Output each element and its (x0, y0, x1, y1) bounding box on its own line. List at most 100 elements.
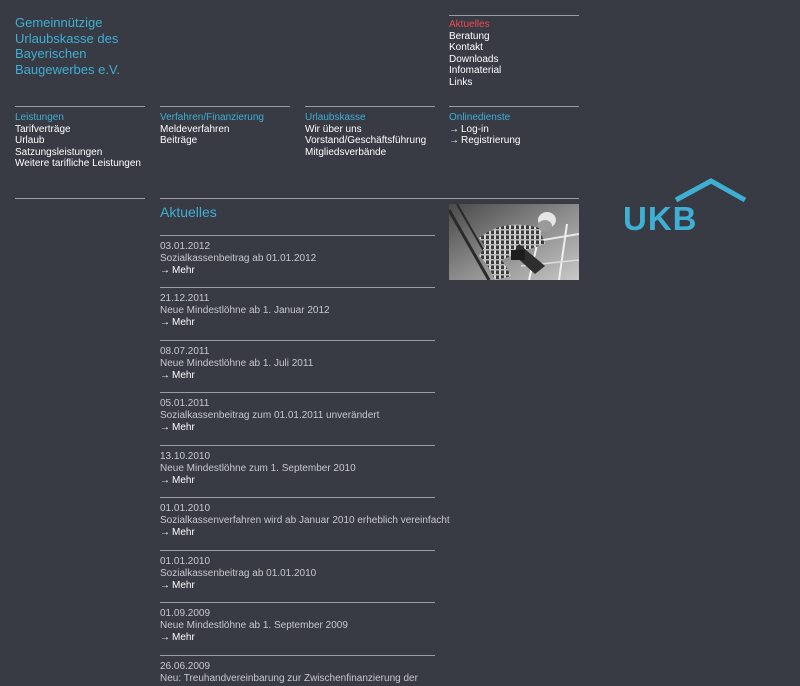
top-nav-item-beratung[interactable]: Beratung (449, 31, 501, 43)
arrow-right-icon: → (449, 123, 459, 135)
more-link-label: Mehr (172, 474, 195, 486)
news-item: 13.10.2010 Neue Mindestlöhne zum 1. Sept… (160, 451, 435, 486)
arrow-right-icon: → (160, 369, 170, 381)
news-item: 08.07.2011 Neue Mindestlöhne ab 1. Juli … (160, 346, 435, 381)
nav-column-heading[interactable]: Leistungen (15, 112, 141, 124)
news-title: Sozialkassenbeitrag ab 01.01.2012 (160, 252, 317, 264)
news-date: 01.01.2010 (160, 503, 211, 514)
news-item: 01.09.2009 Neue Mindestlöhne ab 1. Septe… (160, 608, 435, 643)
divider (160, 198, 579, 199)
news-item: 21.12.2011 Neue Mindestlöhne ab 1. Janua… (160, 293, 435, 328)
news-title: Neue Mindestlöhne ab 1. Juli 2011 (160, 357, 314, 369)
nav-column-urlaubskasse: Urlaubskasse Wir über uns Vorstand/Gesch… (305, 112, 426, 158)
divider (305, 106, 435, 107)
nav-column-leistungen: Leistungen Tarifverträge Urlaub Satzungs… (15, 112, 141, 170)
nav-column-heading[interactable]: Verfahren/Finanzierung (160, 112, 264, 124)
organization-title: Gemeinnützige Urlaubskasse des Bayerisch… (15, 15, 155, 77)
logo-text: UKB (623, 200, 698, 234)
nav-column-heading[interactable]: Onlinedienste (449, 112, 520, 124)
arrow-right-icon: → (160, 631, 170, 643)
more-link-label: Mehr (172, 369, 195, 381)
nav-item-weitere-leistungen[interactable]: Weitere tarifliche Leistungen (15, 158, 141, 170)
divider (160, 550, 435, 551)
divider (160, 497, 435, 498)
divider (15, 198, 145, 199)
arrow-right-icon: → (160, 474, 170, 486)
news-title: Sozialkassenbeitrag zum 01.01.2011 unver… (160, 409, 380, 421)
news-date: 26.06.2009 (160, 661, 211, 672)
divider (160, 235, 435, 236)
nav-item-vorstand[interactable]: Vorstand/Geschäftsführung (305, 135, 426, 147)
more-link[interactable]: → Mehr (160, 632, 435, 644)
news-date: 03.01.2012 (160, 241, 211, 252)
organization-title-line: Baugewerbes e.V. (15, 61, 121, 77)
arrow-right-icon: → (449, 135, 459, 147)
more-link[interactable]: → Mehr (160, 370, 435, 382)
nav-item-beitraege[interactable]: Beiträge (160, 135, 264, 147)
divider (449, 106, 579, 107)
more-link[interactable]: → Mehr (160, 475, 435, 487)
divider (160, 340, 435, 341)
organization-title-line: Gemeinnützige (15, 15, 103, 30)
top-nav-item-aktuelles[interactable]: Aktuelles (449, 19, 501, 31)
divider (160, 287, 435, 288)
organization-title-line: Bayerischen (15, 46, 87, 61)
news-title: Neue Mindestlöhne ab 1. Januar 2012 (160, 304, 330, 316)
more-link-label: Mehr (172, 421, 195, 433)
more-link-label: Mehr (172, 316, 195, 328)
top-nav-item-downloads[interactable]: Downloads (449, 54, 501, 66)
divider (160, 106, 290, 107)
nav-item-meldeverfahren[interactable]: Meldeverfahren (160, 124, 264, 136)
divider (160, 602, 435, 603)
organization-title-line: Urlaubskasse des (15, 30, 119, 46)
more-link-label: Mehr (172, 631, 195, 643)
top-nav-item-infomaterial[interactable]: Infomaterial (449, 65, 501, 77)
divider (15, 106, 145, 107)
ukb-logo: UKB (623, 176, 749, 237)
nav-item-wir-ueber-uns[interactable]: Wir über uns (305, 124, 426, 136)
news-date: 08.07.2011 (160, 346, 210, 357)
arrow-right-icon: → (160, 421, 170, 433)
news-date: 05.01.2011 (160, 398, 210, 409)
nav-item-satzungsleistungen[interactable]: Satzungsleistungen (15, 147, 141, 159)
arrow-right-icon: → (160, 264, 170, 276)
nav-item-urlaub[interactable]: Urlaub (15, 135, 141, 147)
nav-item-mitgliedsverbaende[interactable]: Mitgliedsverbände (305, 147, 426, 159)
divider (160, 445, 435, 446)
news-date: 13.10.2010 (160, 451, 211, 462)
news-title: Neu: Treuhandvereinbarung zur Zwischenfi… (160, 672, 418, 684)
arrow-right-icon: → (160, 316, 170, 328)
more-link-label: Mehr (172, 526, 195, 538)
news-title: Neue Mindestlöhne ab 1. September 2009 (160, 619, 348, 631)
more-link[interactable]: → Mehr (160, 265, 435, 277)
divider (160, 392, 435, 393)
more-link[interactable]: → Mehr (160, 317, 435, 329)
news-title: Sozialkassenbeitrag ab 01.01.2010 (160, 567, 317, 579)
arrow-right-icon: → (160, 526, 170, 538)
arrow-right-icon: → (160, 579, 170, 591)
news-item: 05.01.2011 Sozialkassenbeitrag zum 01.01… (160, 398, 435, 433)
news-item: 01.01.2010 Sozialkassenverfahren wird ab… (160, 503, 450, 539)
nav-item-label: Log-in (461, 123, 489, 135)
news-item: 03.01.2012 Sozialkassenbeitrag ab 01.01.… (160, 241, 435, 276)
section-title: Aktuelles (160, 204, 217, 220)
news-title: Sozialkassenverfahren wird ab Januar 201… (160, 514, 450, 526)
nav-item-label: Registrierung (461, 135, 521, 147)
news-item: 26.06.2009 Neu: Treuhandvereinbarung zur… (160, 661, 435, 685)
nav-item-tarifvertraege[interactable]: Tarifverträge (15, 124, 141, 136)
nav-column-verfahren: Verfahren/Finanzierung Meldeverfahren Be… (160, 112, 264, 147)
top-nav-item-kontakt[interactable]: Kontakt (449, 42, 501, 54)
more-link-label: Mehr (172, 579, 195, 591)
news-item: 01.01.2010 Sozialkassenbeitrag ab 01.01.… (160, 556, 435, 591)
more-link[interactable]: → Mehr (160, 580, 435, 592)
news-date: 21.12.2011 (160, 293, 210, 304)
news-title: Neue Mindestlöhne zum 1. September 2010 (160, 462, 356, 474)
nav-item-registrierung[interactable]: → Registrierung (449, 135, 520, 147)
nav-column-heading[interactable]: Urlaubskasse (305, 112, 426, 124)
nav-item-login[interactable]: → Log-in (449, 124, 520, 136)
top-nav-item-links[interactable]: Links (449, 77, 501, 89)
top-nav: Aktuelles Beratung Kontakt Downloads Inf… (449, 19, 501, 89)
more-link[interactable]: → Mehr (160, 527, 435, 539)
more-link[interactable]: → Mehr (160, 422, 435, 434)
more-link-label: Mehr (172, 264, 195, 276)
